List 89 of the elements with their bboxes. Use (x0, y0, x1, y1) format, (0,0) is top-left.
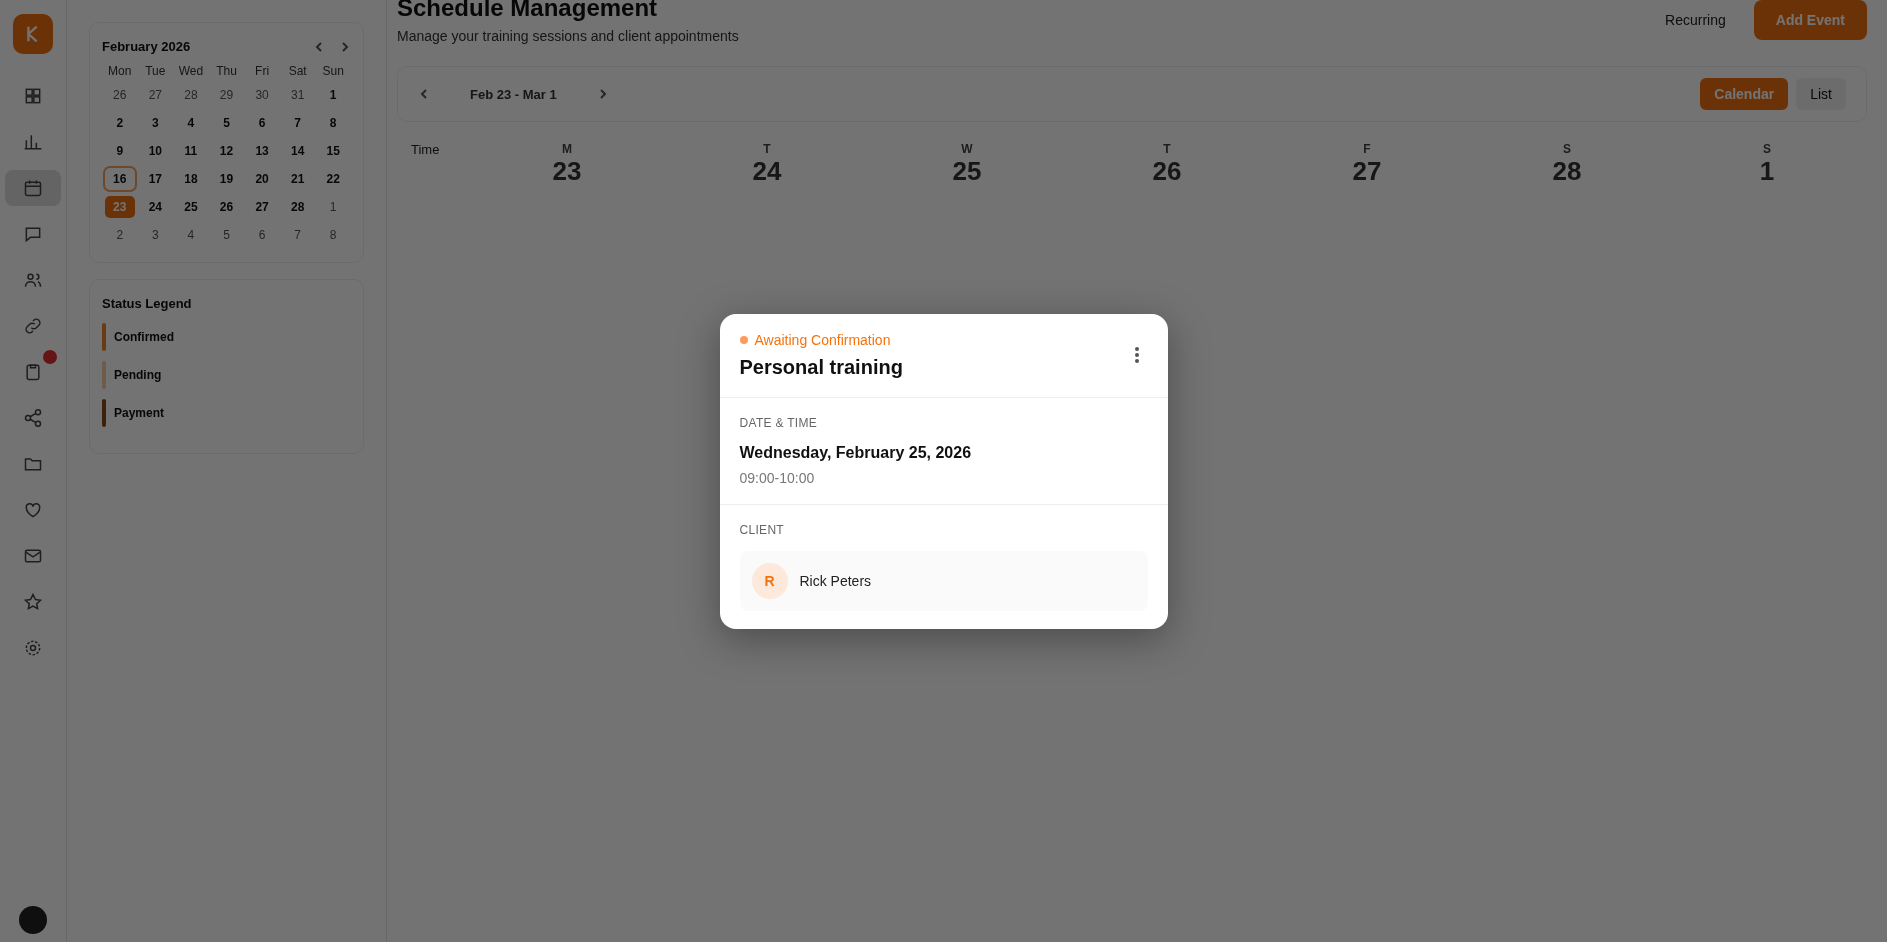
day-number: 27 (1351, 156, 1383, 187)
calendar-day[interactable]: 3 (140, 224, 171, 246)
calendar-day[interactable]: 10 (140, 140, 171, 162)
time-column-label: Time (410, 142, 441, 159)
avatar[interactable] (19, 906, 47, 934)
calendar-day[interactable]: 12 (211, 140, 242, 162)
calendar-day[interactable]: 15 (318, 140, 348, 162)
calendar-day[interactable]: 31 (282, 84, 313, 106)
weekday-letter: T (1162, 142, 1172, 156)
day-number: 23 (551, 156, 583, 187)
calendar-day[interactable]: 18 (176, 168, 206, 190)
calendar-day[interactable]: 14 (282, 140, 313, 162)
day-number: 25 (951, 156, 983, 187)
calendar-day[interactable]: 13 (247, 140, 277, 162)
calendar-day[interactable]: 1 (318, 196, 348, 218)
calendar-day[interactable]: 5 (211, 224, 242, 246)
calendar-day[interactable]: 27 (247, 196, 277, 218)
calendar-day[interactable]: 27 (140, 84, 171, 106)
calendar-day[interactable]: 24 (140, 196, 171, 218)
date-range: Feb 23 - Mar 1 (470, 86, 557, 102)
event-date: Wednesday, February 25, 2026 (739, 443, 973, 462)
day-number: 28 (1551, 156, 1583, 187)
calendar-day[interactable]: 6 (247, 224, 277, 246)
day-number: 1 (1758, 156, 1776, 187)
calendar-day[interactable]: 28 (176, 84, 206, 106)
calendar-day[interactable]: 23 (105, 196, 135, 218)
recurring-button[interactable]: Recurring (1659, 11, 1732, 29)
calendar-day[interactable]: 6 (247, 112, 277, 134)
calendar-day[interactable]: 4 (176, 112, 206, 134)
calendar-day[interactable]: 17 (140, 168, 171, 190)
calendar-day[interactable]: 26 (211, 196, 242, 218)
weekday-label: Sat (287, 64, 308, 78)
calendar-day[interactable]: 26 (105, 84, 135, 106)
calendar-day[interactable]: 22 (318, 168, 348, 190)
client-name: Rick Peters (799, 572, 872, 589)
weekday-label: Fri (254, 64, 271, 78)
section-label: CLIENT (739, 522, 785, 537)
calendar-day[interactable]: 16 (105, 168, 135, 190)
calendar-day[interactable]: 30 (247, 84, 277, 106)
logo-icon[interactable] (13, 14, 53, 54)
day-number: 24 (751, 156, 783, 187)
calendar-day[interactable]: 3 (140, 112, 171, 134)
calendar-day[interactable]: 7 (282, 224, 313, 246)
calendar-day[interactable]: 7 (282, 112, 313, 134)
chevron-left-icon[interactable] (313, 40, 325, 53)
weekday-letter: F (1362, 142, 1372, 156)
status-label: Payment (114, 406, 165, 420)
weekday-letter: S (1762, 142, 1772, 156)
calendar-icon[interactable] (5, 170, 61, 206)
weekday-label: Sun (321, 64, 345, 78)
calendar-day[interactable]: 8 (318, 112, 348, 134)
weekday-label: Mon (107, 64, 133, 78)
month-title: February 2026 (102, 39, 191, 54)
calendar-day[interactable]: 28 (282, 196, 313, 218)
weekday-label: Thu (215, 64, 238, 78)
calendar-day[interactable]: 2 (105, 224, 135, 246)
calendar-day[interactable]: 4 (176, 224, 206, 246)
chevron-left-icon[interactable] (418, 88, 430, 100)
day-number: 26 (1151, 156, 1183, 187)
status-label: Awaiting Confirmation (754, 331, 891, 348)
weekday-label: Wed (177, 64, 205, 78)
client-row[interactable]: R Rick Peters (739, 550, 1148, 611)
weekday-letter: T (762, 142, 772, 156)
page-subtitle: Manage your training sessions and client appointments (397, 28, 739, 44)
status-label: Pending (114, 368, 162, 382)
calendar-day[interactable]: 25 (176, 196, 206, 218)
section-label: DATE & TIME (739, 415, 819, 430)
calendar-day[interactable]: 8 (318, 224, 348, 246)
weekday-label: Tue (144, 64, 167, 78)
event-time: 09:00-10:00 (739, 469, 816, 486)
event-title: Personal training (739, 355, 903, 379)
calendar-day[interactable]: 2 (105, 112, 135, 134)
calendar-day[interactable]: 5 (211, 112, 242, 134)
status-dot (739, 335, 748, 344)
weekday-letter: S (1562, 142, 1572, 156)
calendar-day[interactable]: 20 (247, 168, 277, 190)
legend-title: Status Legend (102, 296, 193, 311)
calendar-day[interactable]: 9 (105, 140, 135, 162)
client-avatar: R (751, 562, 788, 599)
view-tab[interactable]: List (1796, 78, 1846, 110)
status-label: Confirmed (114, 330, 174, 344)
calendar-day[interactable]: 29 (211, 84, 242, 106)
calendar-day[interactable]: 19 (211, 168, 242, 190)
calendar-day[interactable]: 21 (282, 168, 313, 190)
weekday-letter: W (960, 142, 974, 156)
calendar-day[interactable]: 11 (176, 140, 206, 162)
chevron-right-icon[interactable] (339, 40, 351, 53)
weekday-letter: M (561, 142, 573, 156)
calendar-day[interactable]: 1 (318, 84, 348, 106)
